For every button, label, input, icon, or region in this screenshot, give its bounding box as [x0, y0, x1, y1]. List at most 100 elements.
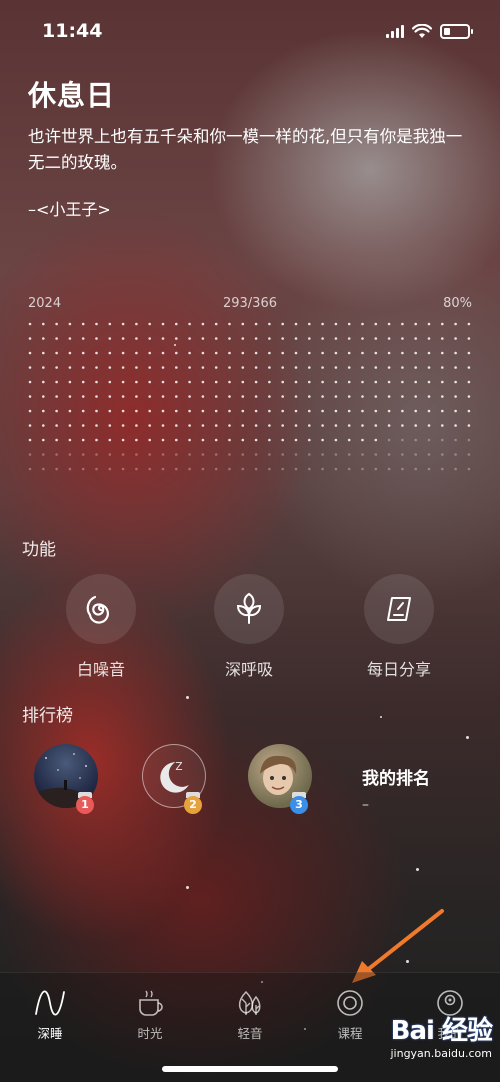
progress-dot — [334, 337, 338, 340]
tab-deep-sleep[interactable]: 深睡 — [10, 987, 90, 1042]
progress-dot — [441, 467, 444, 471]
progress-dot — [321, 380, 324, 384]
progress-dot — [347, 322, 351, 326]
progress-dot — [68, 453, 72, 456]
progress-dot — [175, 322, 178, 326]
progress-dot — [401, 366, 404, 369]
battery-icon — [440, 24, 473, 39]
progress-dot — [454, 424, 457, 427]
progress-dot — [427, 409, 431, 413]
progress-dot — [175, 438, 178, 442]
progress-dot — [467, 409, 471, 413]
share-card-icon — [364, 574, 434, 644]
tab-label: 课程 — [337, 1026, 363, 1041]
progress-dot — [135, 337, 138, 340]
progress-dot — [161, 351, 165, 355]
progress-dot — [347, 409, 351, 413]
progress-dot — [294, 337, 298, 340]
progress-dot — [254, 380, 258, 384]
progress-dot — [268, 453, 271, 456]
progress-dot — [241, 395, 245, 398]
deep-breath-button[interactable]: 深呼吸 — [189, 574, 309, 680]
progress-dot — [401, 337, 404, 340]
progress-dot — [148, 351, 151, 355]
progress-dot — [334, 380, 338, 384]
progress-dot — [68, 351, 72, 355]
progress-dot — [294, 438, 298, 442]
progress-dot — [308, 351, 311, 355]
progress-dot — [347, 453, 351, 456]
progress-dot — [188, 453, 191, 456]
status-bar: 11:44 — [0, 0, 500, 62]
rank-2-number: 2 — [184, 796, 202, 814]
star-decoration — [186, 886, 189, 889]
progress-dot — [28, 424, 32, 427]
daily-share-button[interactable]: 每日分享 — [339, 574, 459, 680]
progress-dot — [467, 337, 471, 340]
progress-dot — [228, 395, 231, 398]
progress-dot — [454, 366, 457, 369]
rank-2-avatar[interactable]: Z 2 — [142, 744, 206, 814]
tab-courses[interactable]: 课程 — [310, 987, 390, 1042]
progress-dot — [81, 467, 85, 471]
quote-author: –<小王子> — [28, 200, 111, 219]
progress-dot — [42, 409, 45, 413]
progress-dot — [55, 380, 58, 384]
progress-dot — [81, 337, 85, 340]
progress-dot — [121, 395, 125, 398]
progress-dot — [214, 322, 218, 326]
progress-dot — [268, 424, 271, 427]
progress-dot — [334, 366, 338, 369]
progress-dot — [374, 366, 378, 369]
progress-dot — [334, 453, 338, 456]
progress-dot — [121, 337, 125, 340]
watermark-url: jingyan.baidu.com — [390, 1047, 492, 1060]
progress-dot — [28, 438, 32, 442]
progress-dot — [281, 337, 284, 340]
star-decoration — [174, 344, 176, 346]
white-noise-button[interactable]: 白噪音 — [41, 574, 161, 680]
progress-dot — [228, 467, 231, 471]
progress-dot — [68, 467, 72, 471]
tab-label: 深睡 — [37, 1026, 63, 1041]
progress-dot — [55, 438, 58, 442]
features-row: 白噪音 深呼吸 每日分享 — [0, 574, 500, 679]
progress-dot — [308, 337, 311, 340]
progress-dot — [135, 366, 138, 369]
progress-dot — [161, 366, 165, 369]
progress-dot — [121, 438, 125, 442]
progress-dot — [281, 366, 284, 369]
progress-dot — [281, 380, 284, 384]
progress-dot — [135, 380, 138, 384]
progress-dot — [121, 351, 125, 355]
progress-dot — [175, 453, 178, 456]
features-section-title: 功能 — [22, 540, 56, 560]
progress-dot — [108, 409, 112, 413]
rank-3-avatar[interactable]: 3 — [248, 744, 312, 814]
progress-dot — [148, 395, 151, 398]
rank-1-avatar[interactable]: 1 — [34, 744, 98, 814]
progress-dot — [374, 380, 378, 384]
home-indicator[interactable] — [162, 1066, 338, 1072]
progress-dot — [361, 409, 364, 413]
watermark-logo: Bai 经验 — [390, 1016, 493, 1046]
progress-dot — [441, 351, 444, 355]
progress-dot — [161, 322, 165, 326]
progress-dot — [161, 409, 165, 413]
progress-dot — [228, 424, 231, 427]
progress-dot — [42, 438, 45, 442]
progress-dot — [28, 467, 32, 471]
tab-time[interactable]: 时光 — [110, 987, 190, 1042]
progress-dot — [321, 322, 324, 326]
ranking-row: 1 Z 2 3 我的排名 – — [0, 744, 500, 824]
progress-dot — [175, 467, 178, 471]
wifi-icon — [412, 24, 432, 38]
tab-light-music[interactable]: 轻音 — [210, 987, 290, 1042]
progress-day-count: 293/366 — [222, 296, 277, 311]
progress-dot — [201, 366, 205, 369]
my-rank[interactable]: 我的排名 – — [362, 764, 430, 813]
progress-dot — [321, 467, 324, 471]
progress-dot — [387, 409, 391, 413]
progress-dot — [81, 366, 85, 369]
progress-dot — [148, 337, 151, 340]
